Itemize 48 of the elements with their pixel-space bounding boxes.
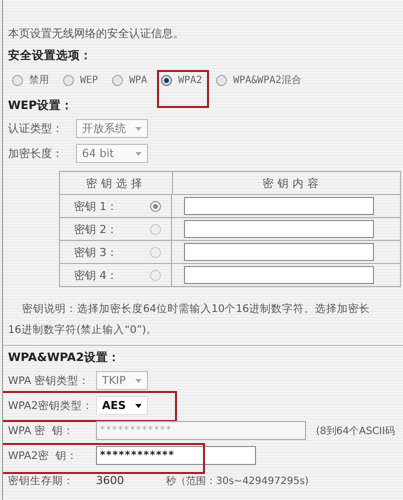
- section-heading: WPA&WPA2设置：: [8, 349, 121, 366]
- option-label: WPA2: [178, 74, 202, 86]
- input-field[interactable]: [184, 266, 374, 284]
- field-label: 认证类型：: [8, 121, 64, 136]
- dropdown[interactable]: AES: [96, 396, 148, 415]
- caret-icon: [135, 404, 142, 408]
- option-label: WPA: [129, 74, 148, 86]
- key-label: 密钥 1：: [74, 198, 118, 214]
- field-label: WPA2密钥类型：: [8, 398, 94, 412]
- key-label: 密钥 4：: [74, 268, 118, 282]
- radio-button[interactable]: [63, 74, 74, 86]
- password-field[interactable]: ************: [96, 446, 256, 465]
- caret-icon: [135, 126, 142, 130]
- field-label: 密钥生存期：: [8, 474, 75, 488]
- dropdown[interactable]: 开放系统: [76, 119, 148, 138]
- radio-button[interactable]: [150, 270, 161, 280]
- section-heading: 安全设置选项：: [8, 47, 93, 64]
- radio-button[interactable]: [161, 74, 172, 86]
- field-label: 加密长度：: [8, 146, 64, 161]
- caret-icon: [135, 152, 142, 156]
- radio-button[interactable]: [216, 74, 228, 86]
- key-label: 密钥 2：: [74, 222, 118, 236]
- field-label: WPA2密 钥：: [8, 448, 79, 462]
- input-field[interactable]: [184, 197, 374, 215]
- field-label: WPA 密钥类型：: [8, 374, 91, 388]
- radio-button[interactable]: [112, 74, 124, 86]
- field-label: WPA 密 钥：: [8, 424, 76, 438]
- hint-text: (8到64个ASCII码: [316, 424, 396, 438]
- column-header: 密钥选择: [60, 172, 173, 194]
- radio-button[interactable]: [150, 246, 161, 258]
- input-field[interactable]: [184, 220, 374, 238]
- intro-text: 本页设置无线网络的安全认证信息。: [8, 26, 185, 42]
- option-label: 禁用: [29, 74, 49, 87]
- input-field[interactable]: 3600: [96, 474, 156, 487]
- key-label: 密钥 3：: [74, 244, 118, 260]
- radio-button[interactable]: [150, 224, 161, 234]
- input-field[interactable]: [184, 243, 374, 261]
- column-header: 密钥内容: [262, 176, 324, 192]
- note-text: 密钥说明：选择加密长度64位时需输入10个16进制数字符。选择加密长: [21, 302, 372, 317]
- note-text: 16进制数字符(禁止输入“0”)。: [8, 323, 158, 338]
- radio-button[interactable]: [12, 74, 23, 86]
- hint-text: 秒（范围：30s~429497295s): [166, 474, 309, 488]
- option-label: WEP: [80, 74, 98, 86]
- dropdown[interactable]: 64 bit: [76, 144, 148, 163]
- radio-button[interactable]: [150, 200, 161, 212]
- caret-icon: [135, 378, 142, 382]
- option-label: WPA&WPA2混合: [233, 74, 302, 87]
- section-heading: WEP设置：: [8, 97, 74, 114]
